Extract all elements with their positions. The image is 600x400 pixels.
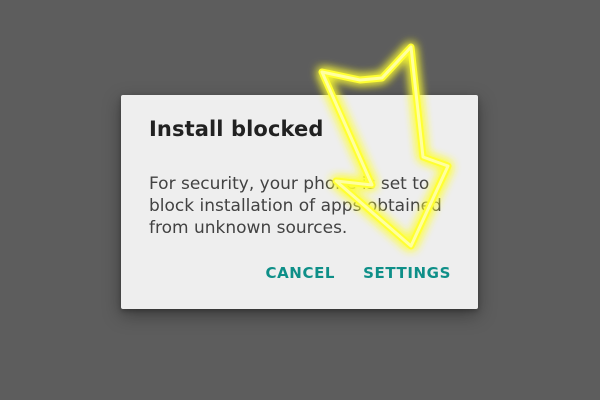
cancel-button[interactable]: CANCEL	[265, 264, 335, 282]
dialog-title: Install blocked	[149, 117, 324, 141]
dialog-actions: CANCEL SETTINGS	[265, 264, 451, 282]
install-blocked-dialog: Install blocked For security, your phone…	[121, 95, 478, 309]
dialog-message: For security, your phone is set to block…	[149, 174, 442, 238]
settings-button[interactable]: SETTINGS	[363, 264, 451, 282]
